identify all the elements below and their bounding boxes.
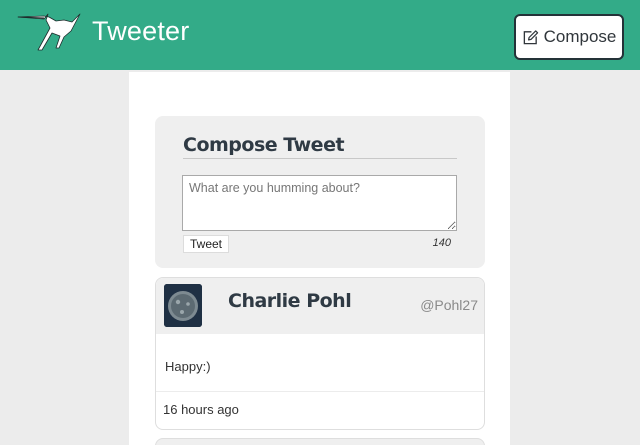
tweet-author-name: Charlie Pohl bbox=[228, 290, 352, 312]
compose-tweet-card: Compose Tweet Tweet 140 bbox=[155, 116, 485, 268]
compose-button[interactable]: Compose bbox=[514, 14, 624, 60]
tweet-timestamp: 16 hours ago bbox=[163, 402, 239, 417]
avatar bbox=[164, 284, 202, 327]
compose-button-label: Compose bbox=[543, 27, 617, 46]
tweet-submit-button[interactable]: Tweet bbox=[183, 235, 229, 253]
pencil-square-icon bbox=[523, 29, 538, 44]
app-title: Tweeter bbox=[92, 16, 190, 46]
hummingbird-logo-icon bbox=[17, 13, 81, 51]
avatar-image bbox=[164, 284, 202, 327]
tweet-header: Charlie Pohl @Pohl27 bbox=[156, 278, 484, 334]
compose-divider bbox=[183, 158, 457, 159]
next-tweet-card-partial bbox=[155, 438, 485, 445]
tweet-footer-divider bbox=[156, 391, 484, 392]
compose-heading: Compose Tweet bbox=[183, 134, 345, 156]
tweet-input[interactable] bbox=[182, 175, 457, 231]
top-navbar: Tweeter Compose bbox=[0, 0, 640, 70]
tweet-author-handle: @Pohl27 bbox=[420, 297, 478, 313]
tweet-card: Charlie Pohl @Pohl27 Happy:) 16 hours ag… bbox=[155, 277, 485, 430]
tweet-content: Happy:) bbox=[165, 359, 211, 374]
character-counter: 140 bbox=[432, 237, 451, 249]
